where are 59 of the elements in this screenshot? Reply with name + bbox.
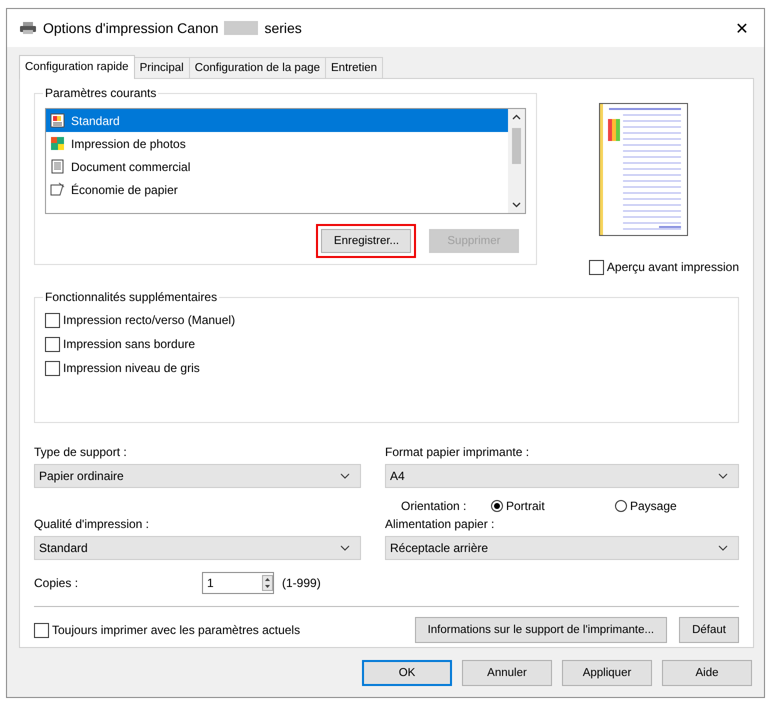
dropdown[interactable]: Réceptacle arrière bbox=[385, 536, 739, 560]
radio-label[interactable]: Paysage bbox=[630, 499, 677, 513]
button[interactable]: Appliquer bbox=[562, 660, 652, 686]
field-label: Orientation : bbox=[401, 499, 468, 513]
preset-icon bbox=[50, 182, 65, 197]
list-item[interactable]: Économie de papier bbox=[46, 178, 508, 201]
range-hint: (1-999) bbox=[282, 576, 321, 590]
checkbox[interactable] bbox=[34, 622, 49, 638]
scroll-thumb[interactable] bbox=[512, 128, 521, 164]
chevron-down-icon bbox=[340, 473, 350, 479]
radio-label[interactable]: Portrait bbox=[506, 499, 545, 513]
window-title: Options d'impression Canon bbox=[43, 20, 218, 36]
close-button[interactable]: ✕ bbox=[720, 10, 764, 46]
redacted-block bbox=[224, 21, 258, 35]
button[interactable]: Aide bbox=[662, 660, 752, 686]
checkbox-label[interactable]: Impression recto/verso (Manuel) bbox=[63, 313, 236, 327]
group-title: Paramètres courants bbox=[43, 86, 158, 100]
checkbox[interactable] bbox=[588, 260, 604, 274]
checkbox[interactable] bbox=[45, 312, 60, 328]
checkbox-label[interactable]: Impression sans bordure bbox=[63, 337, 196, 351]
chevron-down-icon bbox=[718, 473, 728, 479]
tab[interactable]: Entretien bbox=[325, 57, 384, 78]
button[interactable]: OK bbox=[362, 660, 452, 686]
chevron-up-icon bbox=[512, 114, 521, 120]
tab[interactable]: Configuration rapide bbox=[19, 55, 135, 79]
button[interactable]: Informations sur le support de l'imprimante... bbox=[414, 617, 668, 643]
group-title: Fonctionnalités supplémentaires bbox=[43, 290, 220, 304]
dropdown[interactable]: A4 bbox=[385, 464, 739, 488]
preset-icon bbox=[50, 159, 65, 174]
list-item[interactable]: Impression de photos bbox=[46, 132, 508, 155]
spin-field[interactable]: 1 bbox=[202, 572, 274, 594]
list-item[interactable]: Document commercial bbox=[46, 155, 508, 178]
chevron-down-icon bbox=[512, 202, 521, 208]
checkbox-label[interactable]: Toujours imprimer avec les paramètres actuels bbox=[52, 623, 300, 637]
field-label: Alimentation papier : bbox=[385, 517, 496, 531]
checkbox[interactable] bbox=[45, 336, 60, 352]
printer-icon bbox=[19, 21, 37, 35]
chevron-down-icon bbox=[340, 545, 350, 551]
dropdown[interactable]: Standard bbox=[34, 536, 361, 560]
field-label: Copies : bbox=[34, 576, 80, 590]
spin-arrows-icon bbox=[262, 575, 273, 591]
radio-button[interactable] bbox=[491, 500, 503, 512]
button[interactable]: Annuler bbox=[462, 660, 552, 686]
button[interactable]: Enregistrer... bbox=[320, 229, 411, 253]
button[interactable]: Défaut bbox=[679, 617, 739, 643]
field-label: Qualité d'impression : bbox=[34, 517, 150, 531]
list-item[interactable]: Standard bbox=[46, 109, 508, 132]
preset-icon bbox=[50, 113, 65, 128]
radio-button[interactable] bbox=[615, 500, 627, 512]
preset-icon bbox=[50, 136, 65, 151]
checkbox-label[interactable]: Aperçu avant impression bbox=[606, 260, 739, 274]
window-title: series bbox=[264, 20, 302, 36]
checkbox-label[interactable]: Impression niveau de gris bbox=[63, 361, 200, 375]
chevron-down-icon bbox=[718, 545, 728, 551]
field-label: Format papier imprimante : bbox=[385, 445, 530, 459]
dropdown[interactable]: Papier ordinaire bbox=[34, 464, 361, 488]
checkbox[interactable] bbox=[45, 360, 60, 376]
scrollbar[interactable] bbox=[508, 109, 525, 213]
field-label: Type de support : bbox=[34, 445, 128, 459]
